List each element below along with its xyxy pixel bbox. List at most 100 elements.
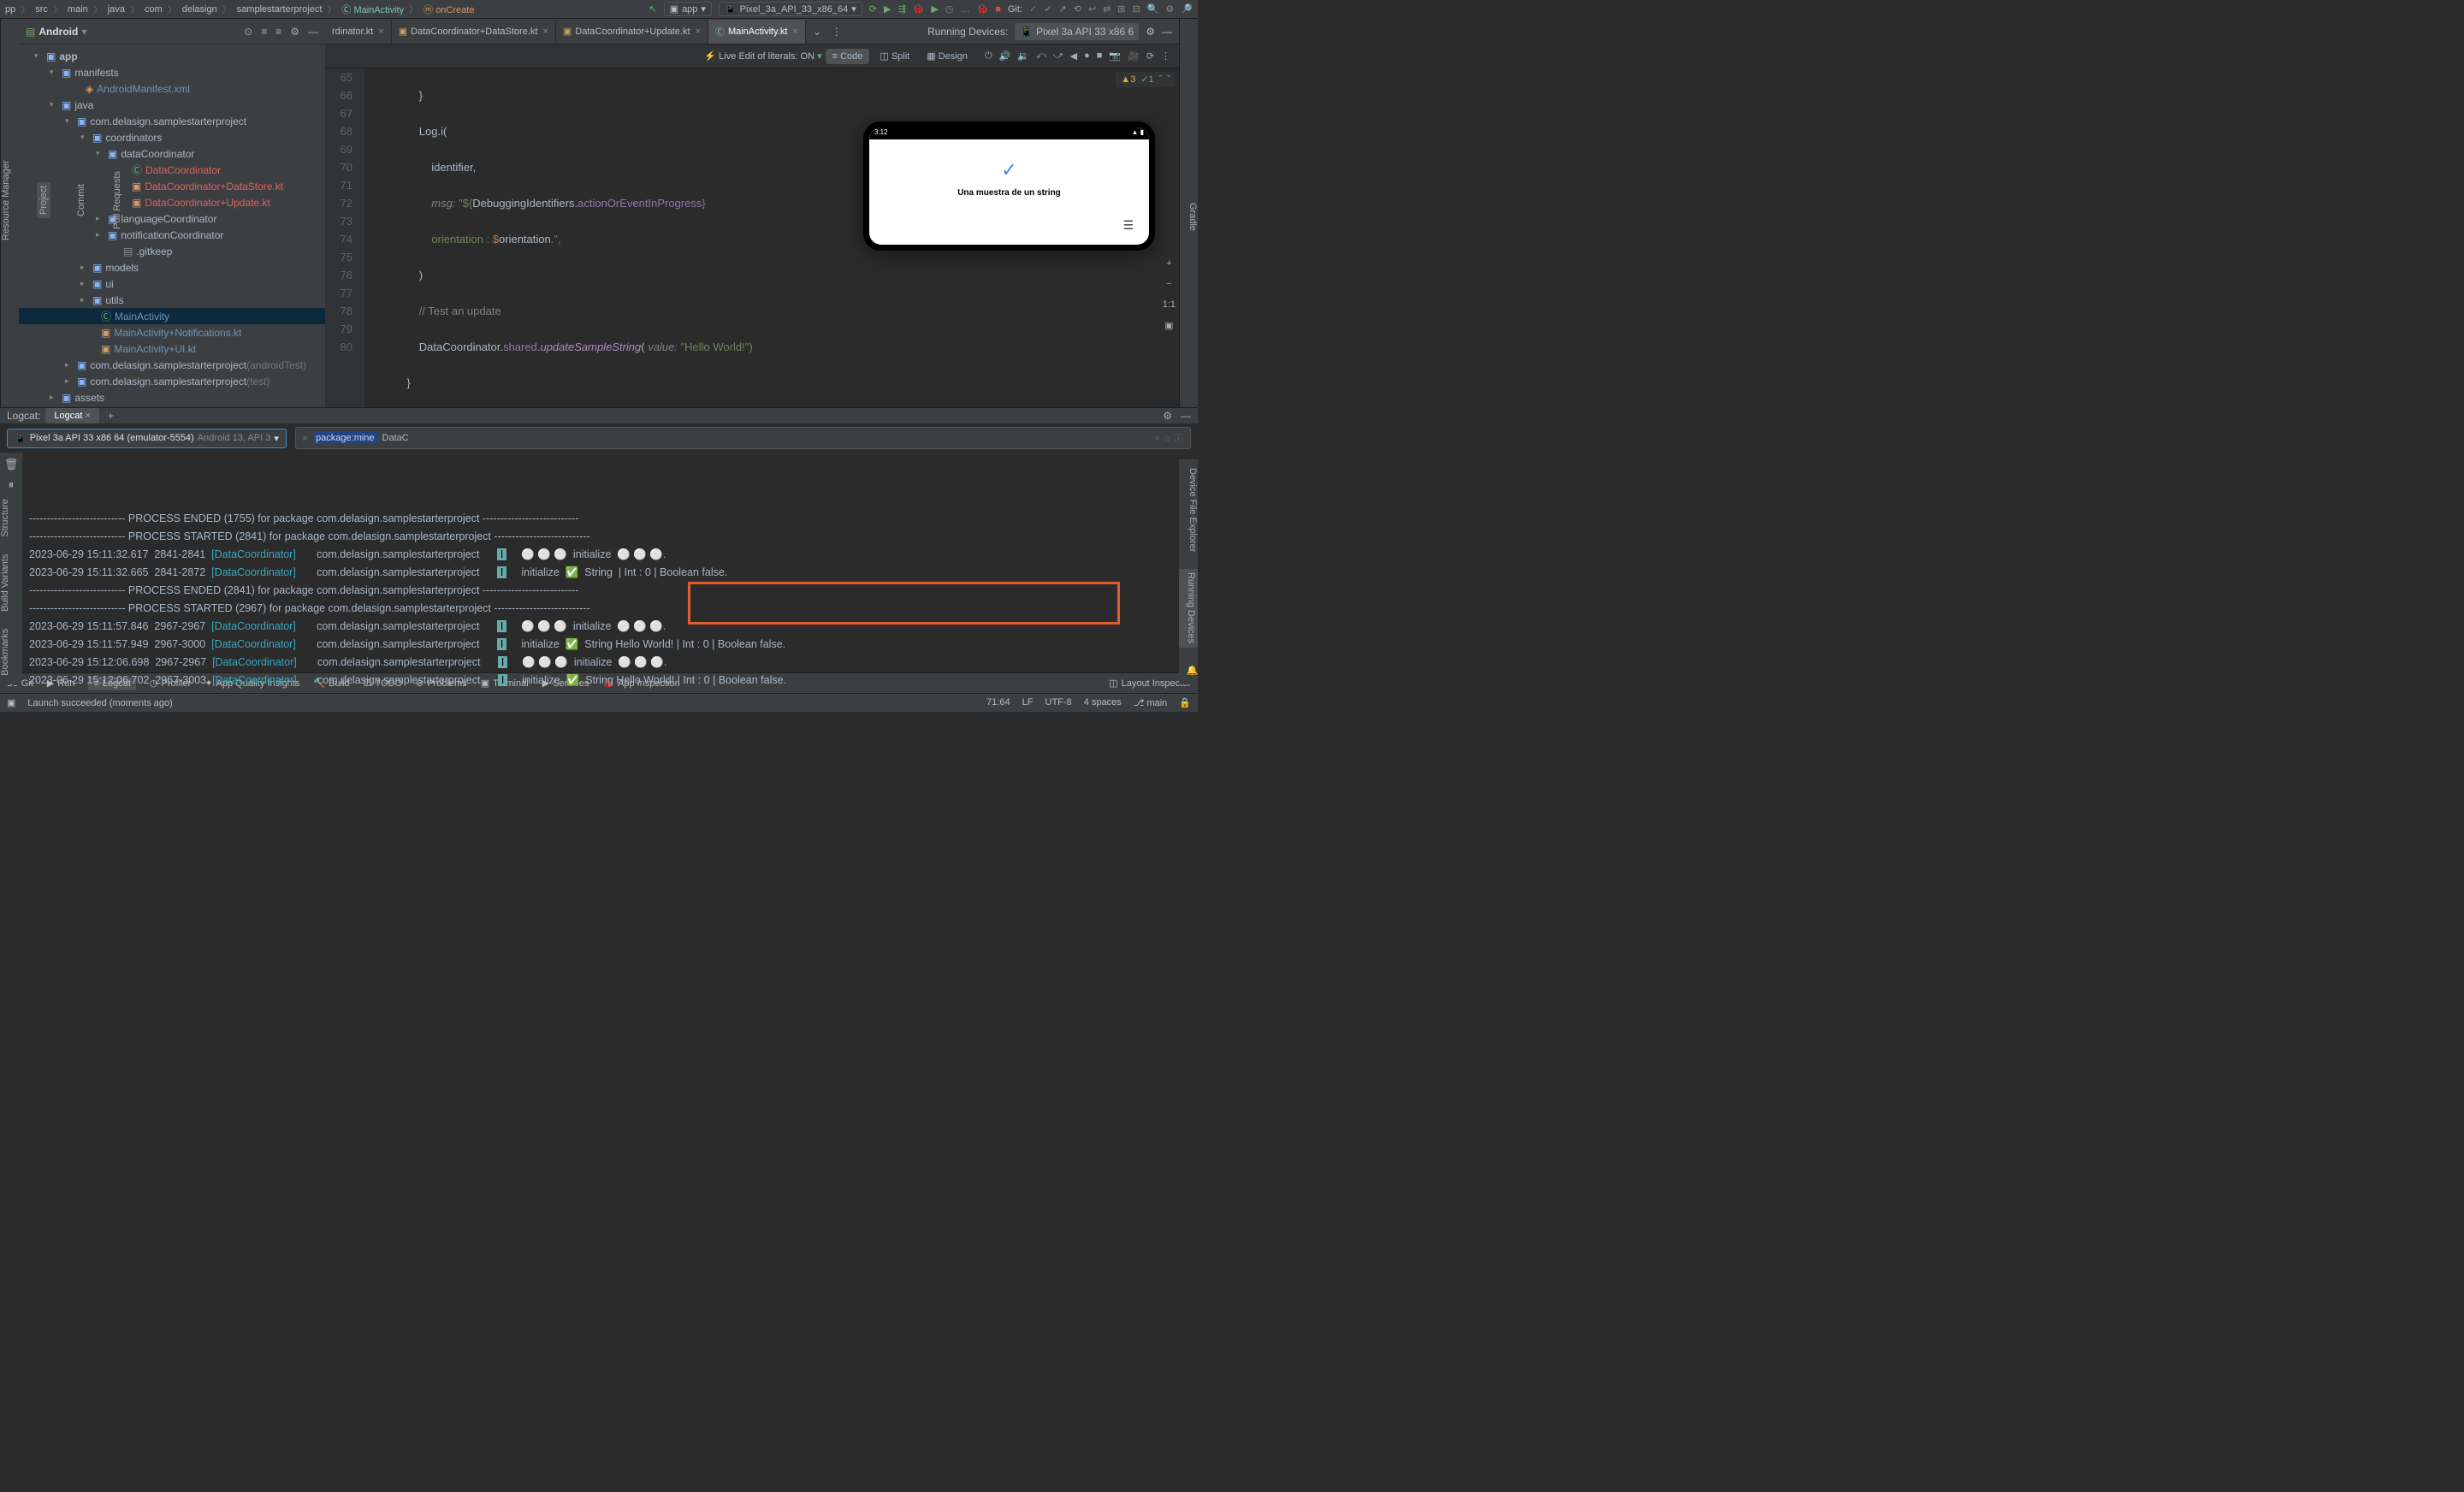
- device-file-explorer-tab[interactable]: Device File Explorer: [1179, 468, 1198, 552]
- close-icon[interactable]: ×: [696, 27, 701, 37]
- zoom-out-icon[interactable]: −: [1166, 279, 1171, 289]
- attach-icon[interactable]: …: [960, 4, 969, 15]
- commit-tab[interactable]: Commit: [76, 184, 86, 216]
- target-icon[interactable]: ⊙: [244, 26, 252, 38]
- line-sep[interactable]: LF: [1022, 697, 1034, 708]
- record-icon[interactable]: 🎥: [1126, 49, 1141, 63]
- vcs-commit-icon[interactable]: ✓: [1044, 3, 1051, 15]
- zoom-fit-icon[interactable]: ▣: [1164, 320, 1173, 331]
- debug-icon[interactable]: ⇶: [897, 3, 905, 15]
- coverage-icon[interactable]: ▶: [931, 3, 938, 15]
- logcat-device-select[interactable]: 📱 Pixel 3a API 33 x86 64 (emulator-5554)…: [7, 429, 287, 448]
- vcs-history-icon[interactable]: ⟲: [1074, 3, 1081, 15]
- run-icon[interactable]: ▶: [884, 3, 891, 15]
- run-config-select[interactable]: ▣ app ▾: [664, 2, 712, 16]
- code-view-toggle[interactable]: ≡ Code: [826, 49, 870, 64]
- back-icon[interactable]: ↖: [649, 3, 656, 15]
- emulator-preview[interactable]: 3:12▲ ▮ ✓ Una muestra de un string ☰: [862, 120, 1157, 252]
- running-devices-tab[interactable]: Running Devices: [1179, 569, 1198, 647]
- power-icon[interactable]: ⏻: [983, 49, 994, 63]
- search-icon[interactable]: 🔍: [1147, 3, 1159, 15]
- status-icon[interactable]: ▣: [7, 697, 15, 708]
- project-mode[interactable]: Android: [38, 26, 78, 38]
- stop-icon[interactable]: ■: [995, 4, 1001, 15]
- overview-icon[interactable]: ■: [1095, 49, 1105, 63]
- clear-icon[interactable]: 🗑: [4, 458, 19, 471]
- home-icon[interactable]: ●: [1082, 49, 1092, 63]
- back-icon[interactable]: ◀: [1069, 49, 1079, 63]
- vcs-push-icon[interactable]: ↗: [1058, 3, 1066, 15]
- editor-tab[interactable]: ▣DataCoordinator+Update.kt×: [556, 20, 708, 44]
- more-icon[interactable]: ⋮: [828, 26, 845, 38]
- rotate-right-icon[interactable]: ⤻: [1051, 49, 1065, 63]
- zoom-reset[interactable]: 1:1: [1163, 299, 1176, 310]
- pull-requests-tab[interactable]: Pull Requests: [112, 171, 122, 229]
- run-icon[interactable]: ⟳: [869, 3, 877, 15]
- bookmarks-tab[interactable]: Bookmarks: [0, 629, 19, 676]
- crumb[interactable]: pp: [5, 4, 15, 15]
- add-tab-icon[interactable]: +: [104, 410, 117, 422]
- hide-icon[interactable]: —: [1181, 410, 1191, 422]
- more-tabs-icon[interactable]: ⌄: [806, 26, 828, 38]
- logcat-filter-input[interactable]: ⌕package:mineDataC× ☆ ⓘ: [295, 427, 1191, 449]
- encoding[interactable]: UTF-8: [1045, 697, 1072, 708]
- project-tab[interactable]: Project: [37, 182, 50, 218]
- settings-icon[interactable]: ⚙: [290, 26, 299, 38]
- crumb[interactable]: Ⓒ MainActivity: [341, 3, 404, 16]
- crumb[interactable]: src: [35, 4, 48, 15]
- lock-icon[interactable]: 🔒: [1179, 697, 1191, 708]
- hide-icon[interactable]: —: [308, 26, 318, 38]
- sort-icon[interactable]: ≡: [261, 26, 267, 38]
- editor-tab[interactable]: ▣DataCoordinator+DataStore.kt×: [392, 20, 556, 44]
- inspections[interactable]: ▲3 ✓1 ˆˇ: [1116, 72, 1176, 87]
- screenshot-icon[interactable]: 📷: [1107, 49, 1122, 63]
- vcs-icon[interactable]: ⇄: [1103, 3, 1111, 15]
- volume-down-icon[interactable]: 🔉: [1016, 49, 1031, 63]
- editor-tab[interactable]: rdinator.kt×: [325, 20, 392, 44]
- settings-icon[interactable]: ⚙: [1146, 26, 1155, 38]
- design-view-toggle[interactable]: ▦ Design: [920, 48, 974, 64]
- rotate-left-icon[interactable]: ⤺: [1034, 49, 1048, 63]
- crumb[interactable]: com: [145, 4, 163, 15]
- more-icon[interactable]: ⋮: [1159, 49, 1172, 63]
- settings-icon[interactable]: ⚙: [1165, 3, 1174, 15]
- running-device-tab[interactable]: 📱Pixel 3a API 33 x86 6: [1015, 23, 1139, 40]
- build-variants-tab[interactable]: Build Variants: [0, 554, 19, 612]
- crumb[interactable]: java: [108, 4, 125, 15]
- vcs-icon[interactable]: ↩: [1088, 3, 1096, 15]
- menu-icon[interactable]: ☰: [1122, 218, 1134, 233]
- profile-icon[interactable]: ◷: [945, 3, 954, 15]
- close-icon[interactable]: ×: [378, 27, 383, 37]
- debug-icon[interactable]: 🐞: [913, 3, 925, 15]
- gradle-tab[interactable]: Gradle: [1188, 203, 1198, 231]
- project-tree[interactable]: ▾▣app ▾▣manifests ◈AndroidManifest.xml ▾…: [19, 44, 325, 407]
- close-icon[interactable]: ×: [542, 27, 548, 37]
- logcat-output[interactable]: --------------------------- PROCESS ENDE…: [22, 453, 1198, 693]
- close-icon[interactable]: ×: [792, 27, 797, 37]
- indent[interactable]: 4 spaces: [1084, 697, 1122, 708]
- hide-icon[interactable]: —: [1162, 26, 1172, 38]
- editor-tab[interactable]: ⒸMainActivity.kt×: [708, 20, 806, 44]
- search-icon[interactable]: 🔎: [1181, 3, 1193, 15]
- crumb[interactable]: ⓜ onCreate: [424, 3, 474, 16]
- settings-icon[interactable]: ⚙: [1163, 410, 1172, 422]
- structure-tab[interactable]: Structure: [0, 499, 19, 537]
- branch[interactable]: ⎇ main: [1134, 697, 1168, 708]
- vcs-icon[interactable]: ⊟: [1133, 3, 1140, 15]
- logcat-tab[interactable]: Logcat ×: [45, 408, 99, 423]
- snapshot-icon[interactable]: ⟳: [1145, 49, 1156, 63]
- crumb[interactable]: samplestarterproject: [237, 4, 323, 15]
- sort-icon[interactable]: ≡: [275, 26, 281, 38]
- vcs-update-icon[interactable]: ✓: [1029, 3, 1037, 15]
- emulator-tab[interactable]: 🔔: [1179, 665, 1198, 676]
- zoom-in-icon[interactable]: +: [1166, 258, 1171, 269]
- device-select[interactable]: 📱 Pixel_3a_API_33_x86_64 ▾: [719, 2, 862, 16]
- crumb[interactable]: delasign: [182, 4, 217, 15]
- resource-manager-tab[interactable]: Resource Manager: [1, 160, 11, 240]
- live-edit-label[interactable]: ⚡ Live Edit of literals: ON ▾: [704, 50, 821, 62]
- volume-up-icon[interactable]: 🔊: [998, 49, 1013, 63]
- attach-icon[interactable]: 🐞: [976, 3, 988, 15]
- caret-pos[interactable]: 71:64: [986, 697, 1010, 708]
- vcs-icon[interactable]: ⊞: [1117, 3, 1125, 15]
- split-view-toggle[interactable]: ◫ Split: [873, 48, 916, 64]
